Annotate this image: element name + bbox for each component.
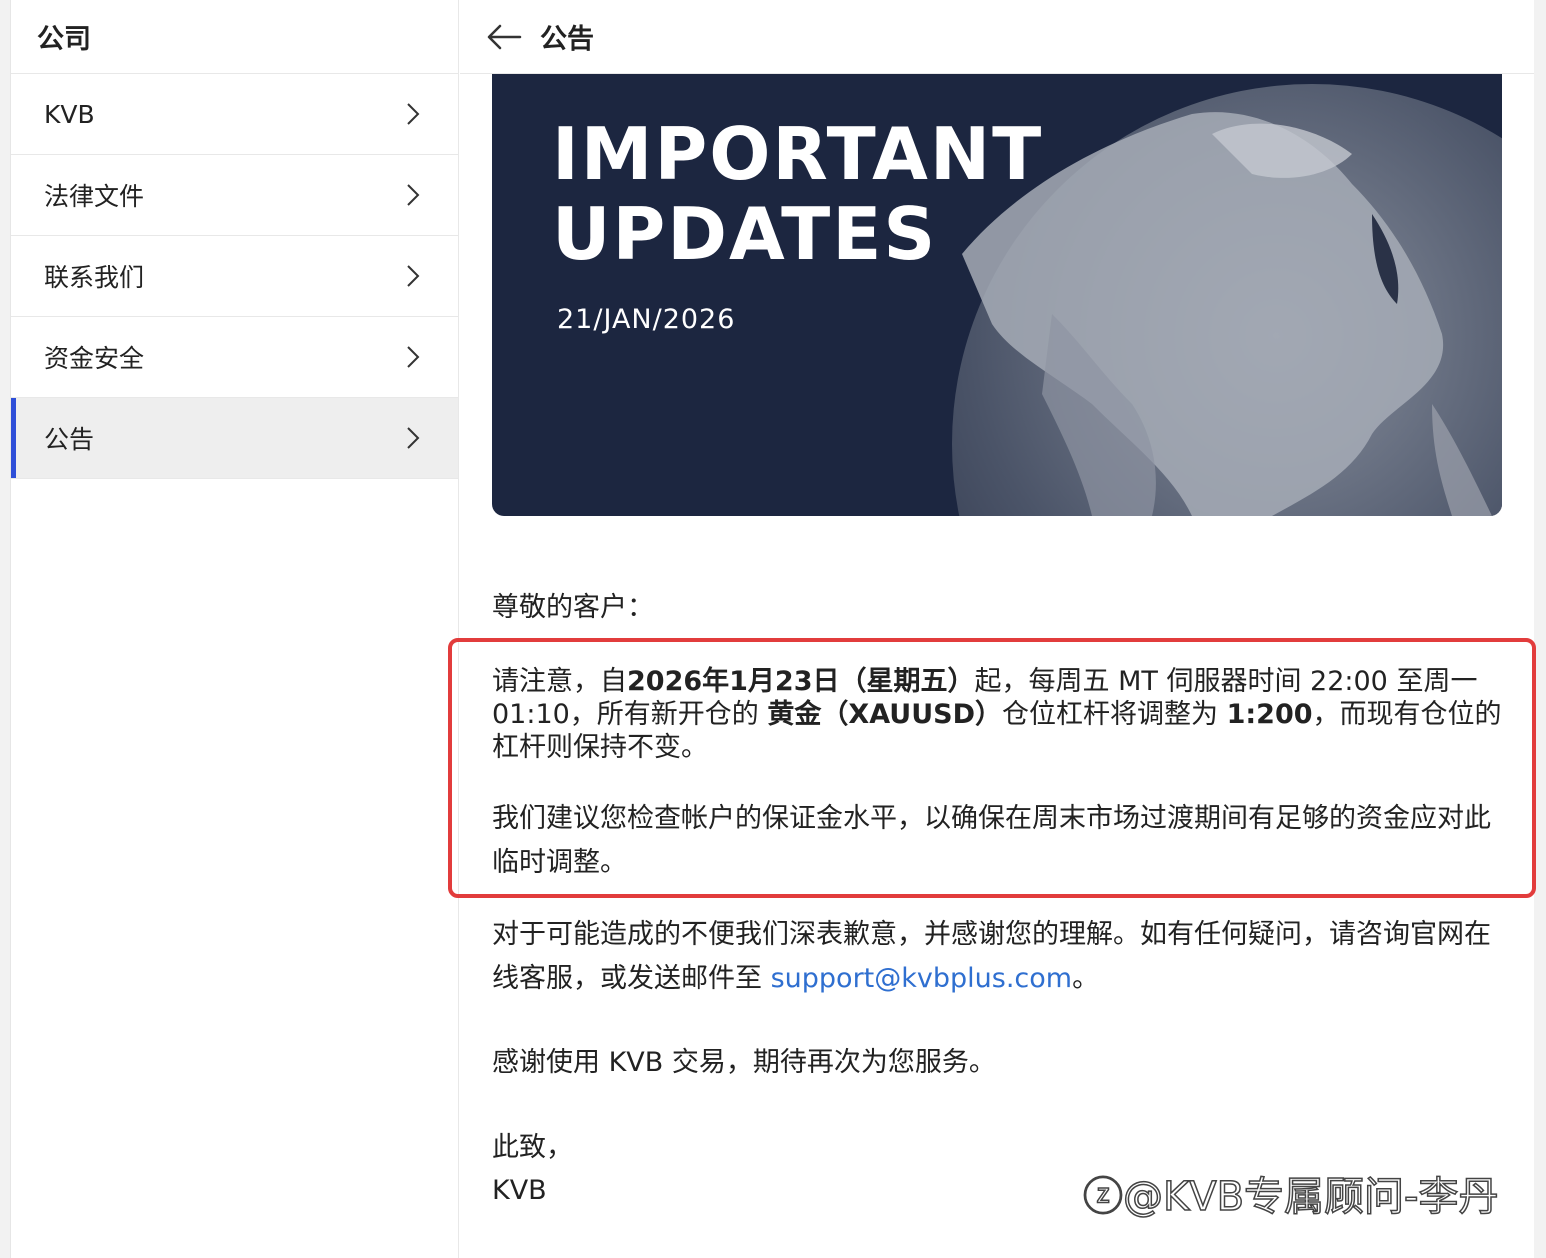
page-title: 公告 [540, 24, 594, 55]
margin-advice-paragraph: 我们建议您检查帐户的保证金水平，以确保在周末市场过渡期间有足够的资金应对此临时调… [492, 803, 1491, 878]
sidebar-item-contact[interactable]: 联系我们 [11, 236, 458, 317]
sidebar-item-kvb[interactable]: KVB [11, 74, 458, 155]
chevron-right-icon [407, 103, 420, 125]
watermark: ⓩ@KVB专属顾问-李丹 [1082, 1173, 1499, 1221]
sidebar-item-legal[interactable]: 法律文件 [11, 155, 458, 236]
signature-name: KVB [492, 1175, 547, 1206]
app-window: 公司 KVB 法律文件 联系我们 资金安全 公告 公告 IMPORTANT UP… [10, 0, 1536, 1258]
main-panel: 公告 IMPORTANT UPDATES 21/JAN/2026 尊敬的客户： … [448, 0, 1536, 1258]
arrow-left-icon[interactable] [486, 23, 522, 51]
banner-date: 21/JAN/2026 [557, 304, 736, 335]
chevron-right-icon [407, 427, 420, 449]
sidebar-item-label: 公告 [44, 425, 95, 454]
notice-paragraph: 请注意，自2026年1月23日（星期五）起，每周五 MT 伺服器时间 22:00… [492, 666, 1502, 763]
sidebar-item-announcements[interactable]: 公告 [11, 398, 458, 479]
signature-line: 此致， [492, 1132, 573, 1163]
apology-paragraph: 对于可能造成的不便我们深表歉意，并感谢您的理解。如有任何疑问，请咨询官网在线客服… [492, 919, 1491, 994]
sidebar-item-label: KVB [44, 99, 95, 129]
sidebar-item-label: 资金安全 [44, 344, 145, 373]
greeting: 尊敬的客户： [492, 592, 654, 623]
sidebar-item-label: 法律文件 [44, 182, 145, 211]
sidebar-item-fund-security[interactable]: 资金安全 [11, 317, 458, 398]
support-email-link[interactable]: support@kvbplus.com [771, 963, 1072, 994]
thanks-paragraph: 感谢使用 KVB 交易，期待再次为您服务。 [492, 1047, 996, 1078]
sidebar-title: 公司 [11, 0, 458, 74]
chevron-right-icon [407, 346, 420, 368]
sidebar-item-label: 联系我们 [44, 263, 145, 292]
banner-title: IMPORTANT UPDATES [552, 112, 1044, 276]
zhihu-logo-icon: ⓩ [1082, 1173, 1124, 1221]
sidebar: 公司 KVB 法律文件 联系我们 资金安全 公告 [11, 0, 459, 1258]
main-header: 公告 [460, 0, 1534, 74]
chevron-right-icon [407, 184, 420, 206]
chevron-right-icon [407, 265, 420, 287]
announcement-banner: IMPORTANT UPDATES 21/JAN/2026 [492, 74, 1502, 516]
